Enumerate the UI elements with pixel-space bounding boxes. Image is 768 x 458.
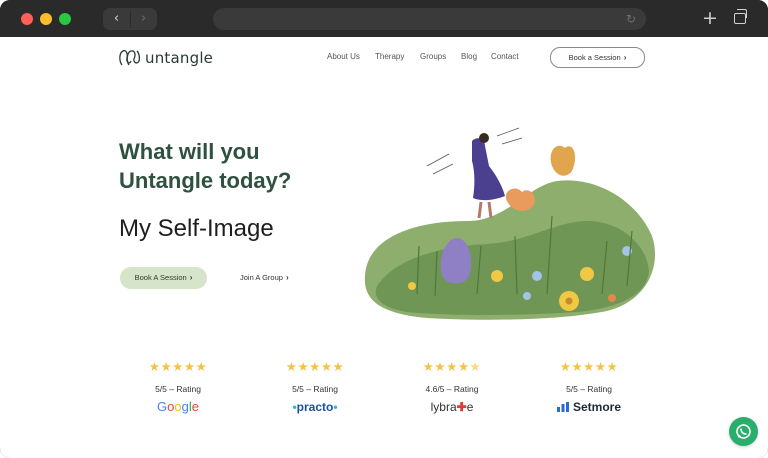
rating-lybrate: ★★★★★ 4.6/5 – Rating lybra✚e [402, 360, 502, 416]
web-page: untangle About Us Therapy Groups Blog Co… [0, 37, 768, 458]
whatsapp-icon [736, 424, 751, 439]
lybrate-logo[interactable]: lybra✚e [402, 398, 502, 416]
rating-text: 5/5 – Rating [155, 384, 201, 394]
nav-therapy[interactable]: Therapy [375, 52, 404, 64]
google-logo[interactable]: Google [128, 398, 228, 416]
plus-icon: + [702, 7, 718, 29]
nav-blog[interactable]: Blog [461, 52, 477, 64]
back-button[interactable]: ‹ [103, 8, 130, 30]
chevron-right-icon: › [623, 53, 627, 62]
nav-contact[interactable]: Contact [491, 52, 519, 64]
rating-practo: ★★★★★ 5/5 – Rating •practo• [265, 360, 365, 416]
hero-rotating-topic: My Self-Image [119, 215, 274, 242]
hero-illustration [364, 127, 655, 320]
whatsapp-chat-button[interactable] [729, 417, 758, 446]
rating-text: 5/5 – Rating [566, 384, 612, 394]
star-rating: ★★★★★ [148, 359, 208, 374]
chevron-left-icon: ‹ [113, 11, 120, 26]
hero-book-session-button[interactable]: Book A Session › [120, 267, 207, 289]
setmore-bars-icon [556, 402, 569, 412]
history-nav: ‹ › [103, 8, 157, 30]
rating-text: 4.6/5 – Rating [425, 384, 479, 394]
rating-google: ★★★★★ 5/5 – Rating Google [128, 360, 228, 416]
setmore-logo[interactable]: Setmore [539, 398, 639, 416]
book-session-label: Book a Session [568, 53, 621, 62]
untangle-logo-icon [119, 49, 141, 66]
practo-logo[interactable]: •practo• [265, 398, 365, 416]
rating-text: 5/5 – Rating [292, 384, 338, 394]
headline-line-2: Untangle today? [119, 168, 292, 193]
reload-icon[interactable]: ↻ [626, 8, 636, 30]
star-rating: ★★★★★ [422, 359, 482, 374]
hero-book-session-label: Book A Session [134, 273, 187, 282]
browser-window: ‹ › ↻ + untangle About Us Therapy Groups… [0, 0, 768, 458]
rating-setmore: ★★★★★ 5/5 – Rating Setmore [539, 360, 639, 416]
chevron-right-icon: › [285, 273, 289, 282]
new-tab-button[interactable]: + [702, 7, 718, 29]
tabs-overview-icon[interactable] [734, 9, 747, 24]
join-group-label: Join A Group [240, 273, 283, 282]
nav-about-us[interactable]: About Us [327, 52, 360, 64]
minimize-window-button[interactable] [40, 13, 52, 25]
close-window-button[interactable] [21, 13, 33, 25]
headline-line-1: What will you [119, 139, 260, 164]
logo-wordmark: untangle [145, 49, 214, 67]
setmore-wordmark: Setmore [572, 400, 622, 414]
star-rating: ★★★★★ [285, 359, 345, 374]
forward-button[interactable]: › [130, 8, 157, 30]
chevron-right-icon: › [189, 273, 193, 282]
browser-toolbar: ‹ › ↻ + [0, 0, 768, 37]
nav-groups[interactable]: Groups [420, 52, 446, 64]
hero-headline: What will you Untangle today? [119, 137, 349, 195]
zoom-window-button[interactable] [59, 13, 71, 25]
join-group-link[interactable]: Join A Group › [240, 273, 289, 282]
book-session-button[interactable]: Book a Session › [550, 47, 645, 68]
star-rating: ★★★★★ [559, 359, 619, 374]
address-bar[interactable]: ↻ [213, 8, 646, 30]
chevron-right-icon: › [140, 11, 147, 26]
site-logo[interactable]: untangle [119, 48, 213, 68]
